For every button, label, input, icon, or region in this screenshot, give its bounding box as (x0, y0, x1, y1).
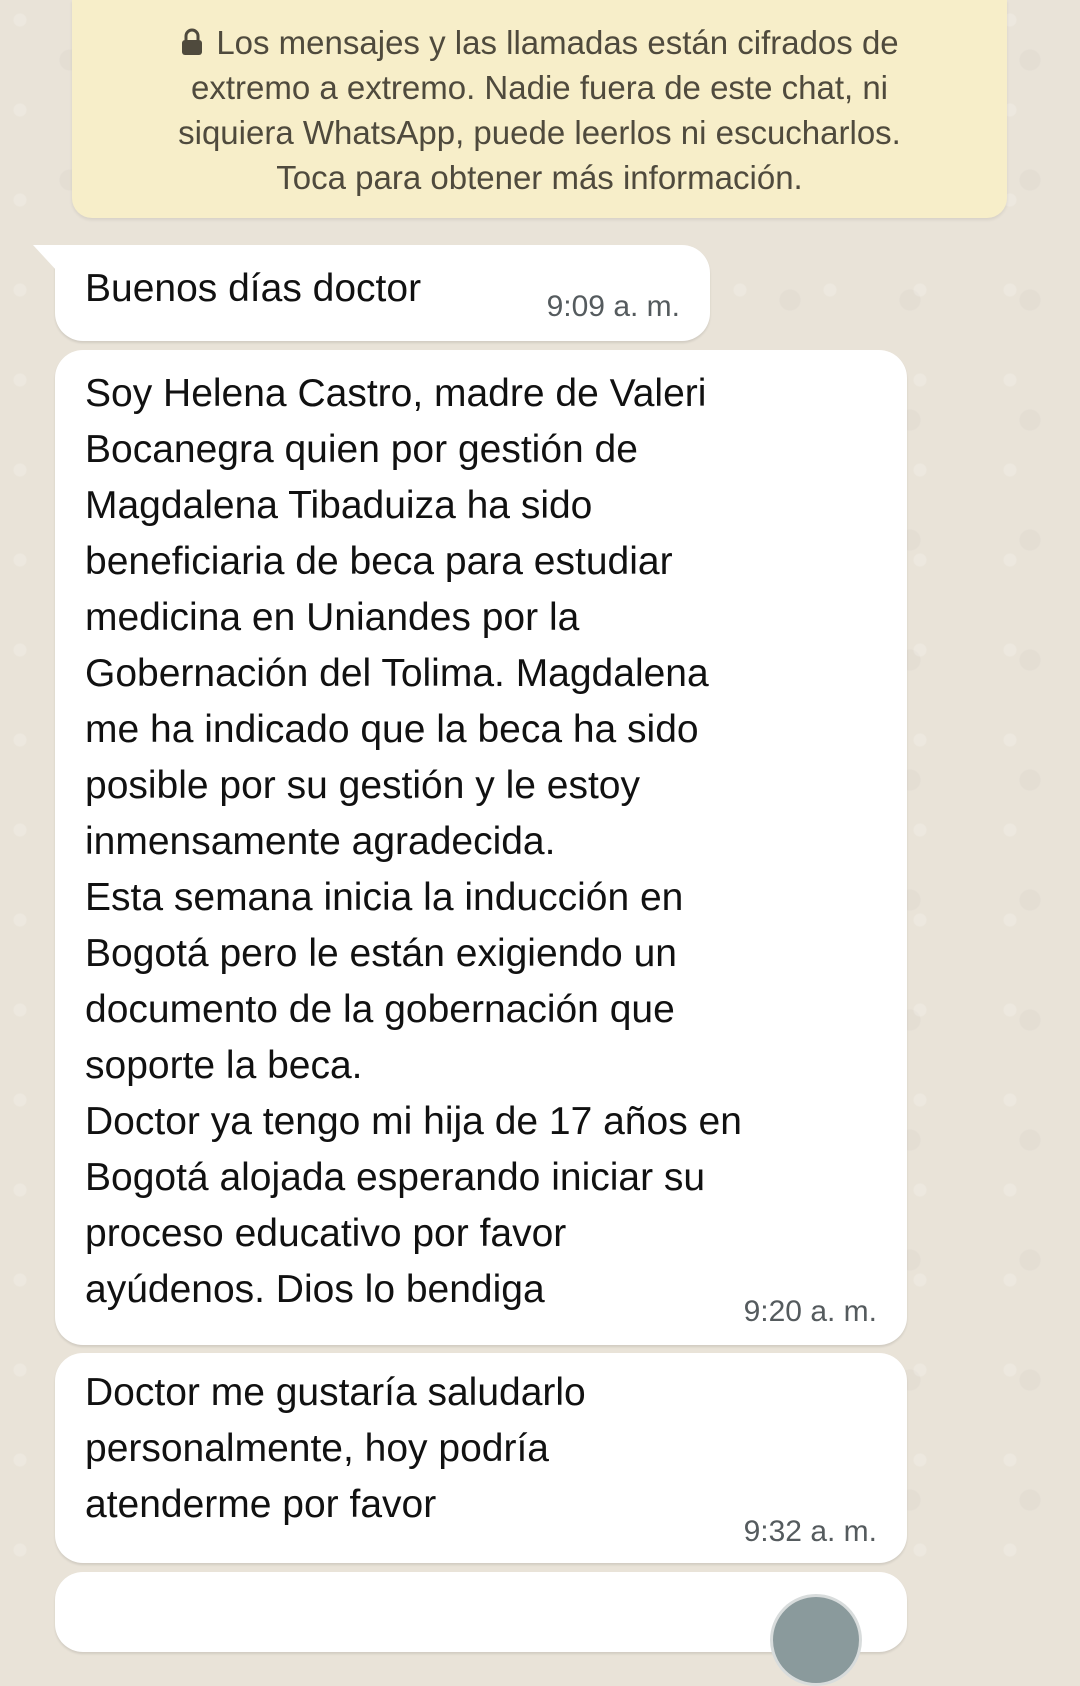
message-line: beneficiaria de beca para estudiar (85, 540, 673, 583)
message-line: atenderme por favor (85, 1483, 437, 1526)
message-line: Bogotá alojada esperando iniciar su (85, 1156, 706, 1199)
message-timestamp: 9:09 a. m. (546, 290, 680, 323)
message-line: medicina en Uniandes por la (85, 596, 580, 639)
message-line: Soy Helena Castro, madre de Valeri (85, 372, 707, 415)
avatar[interactable] (770, 1594, 862, 1686)
message-bubble[interactable]: Soy Helena Castro, madre de Valeri Bocan… (55, 350, 907, 1345)
encryption-notice-line: extremo a extremo. Nadie fuera de este c… (190, 69, 889, 106)
message-line: proceso educativo por favor (85, 1212, 567, 1255)
encryption-notice-text-1: Los mensajes y las llamadas están cifrad… (216, 24, 899, 61)
message-text: Doctor me gustaría saludarlo personalmen… (85, 1365, 586, 1533)
encryption-notice-line: Toca para obtener más información. (276, 159, 803, 196)
encryption-notice-line: Los mensajes y las llamadas están cifrad… (72, 20, 1007, 65)
message-line: Bogotá pero le están exigiendo un (85, 932, 677, 975)
message-bubble[interactable]: Buenos días doctor 9:09 a. m. (33, 245, 710, 341)
message-line: posible por su gestión y le estoy (85, 764, 640, 807)
message-line: me ha indicado que la beca ha sido (85, 708, 699, 751)
bubble-tail (33, 245, 57, 271)
message-timestamp: 9:32 a. m. (743, 1515, 877, 1548)
message-line: soporte la beca. (85, 1044, 363, 1087)
message-line: ayúdenos. Dios lo bendiga (85, 1268, 545, 1311)
message-line: Esta semana inicia la inducción en (85, 876, 684, 919)
message-line: Bocanegra quien por gestión de (85, 428, 638, 471)
message-line: Magdalena Tibaduiza ha sido (85, 484, 593, 527)
message-text: Soy Helena Castro, madre de Valeri Bocan… (85, 366, 742, 1318)
lock-icon (182, 28, 203, 55)
message-line: inmensamente agradecida. (85, 820, 556, 863)
message-line: personalmente, hoy podría (85, 1427, 549, 1470)
message-line: Doctor me gustaría saludarlo (85, 1371, 586, 1414)
message-text: Buenos días doctor (85, 261, 421, 317)
message-line: Gobernación del Tolima. Magdalena (85, 652, 709, 695)
message-line: Buenos días doctor (85, 267, 422, 310)
message-line: Doctor ya tengo mi hija de 17 años en (85, 1100, 742, 1143)
message-line: documento de la gobernación que (85, 988, 675, 1031)
encryption-notice[interactable]: Los mensajes y las llamadas están cifrad… (72, 0, 1007, 218)
encryption-notice-line: siquiera WhatsApp, puede leerlos ni escu… (178, 114, 901, 151)
message-timestamp: 9:20 a. m. (743, 1295, 877, 1328)
message-bubble[interactable]: Doctor me gustaría saludarlo personalmen… (55, 1353, 907, 1563)
